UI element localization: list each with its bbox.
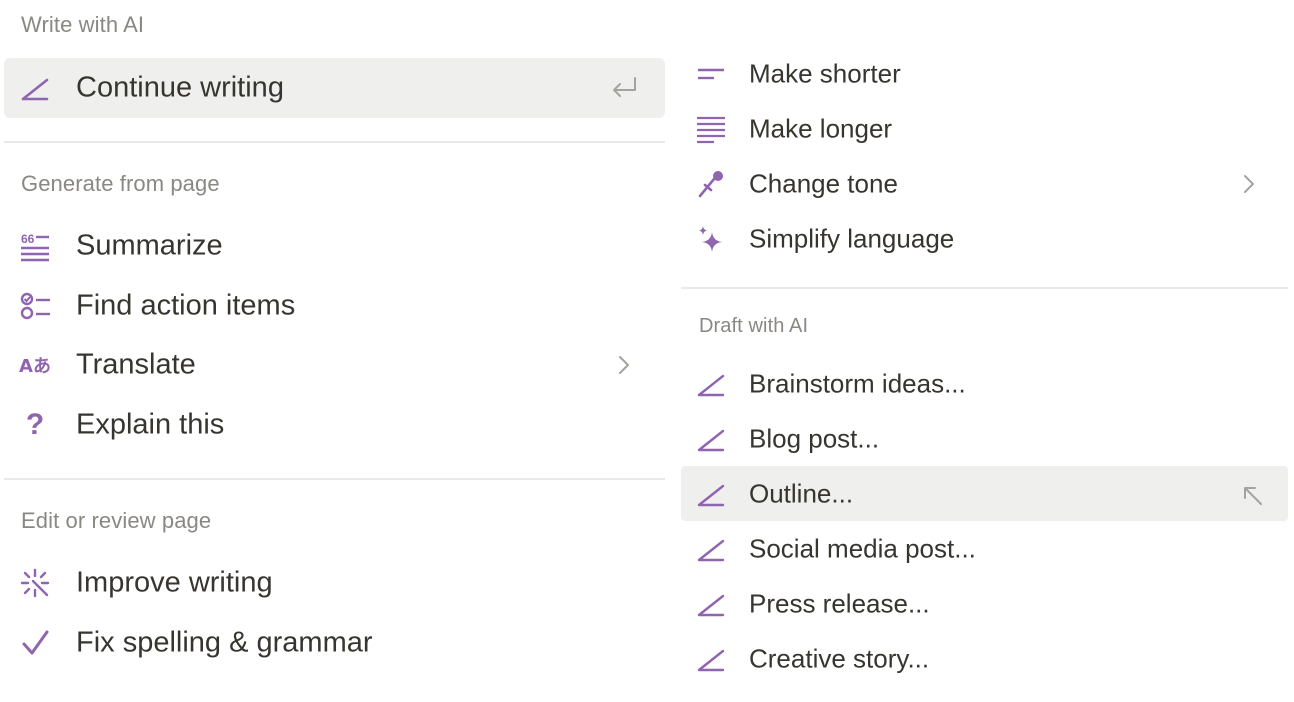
sparkles-icon <box>696 224 726 254</box>
short-lines-icon <box>696 59 726 89</box>
menu-item-label: Outline... <box>749 478 854 508</box>
menu-item-label: Fix spelling & grammar <box>76 626 373 659</box>
svg-text:66: 66 <box>21 232 35 246</box>
pen-icon <box>696 424 726 454</box>
section-header-edit-or-review-page: Edit or review page <box>21 508 212 533</box>
menu-item-fix-spelling-grammar[interactable]: Fix spelling & grammar <box>4 613 665 673</box>
menu-item-blog-post[interactable]: Blog post... <box>681 411 1288 466</box>
pen-icon <box>696 644 726 674</box>
divider <box>4 478 665 480</box>
left-column: Write with AI Continue writing Generate … <box>0 0 668 702</box>
chevron-right-icon <box>610 351 638 379</box>
menu-item-creative-story[interactable]: Creative story... <box>681 631 1288 686</box>
summarize-icon: 66 <box>19 230 51 262</box>
menu-item-label: Change tone <box>749 168 898 198</box>
menu-item-label: Continue writing <box>76 71 284 104</box>
checkmark-icon <box>19 627 51 659</box>
menu-item-label: Make shorter <box>749 58 901 88</box>
menu-item-label: Make longer <box>749 113 893 143</box>
pen-icon <box>696 534 726 564</box>
menu-item-brainstorm-ideas[interactable]: Brainstorm ideas... <box>681 356 1288 411</box>
action-items-icon <box>19 290 51 322</box>
menu-item-label: Explain this <box>76 408 225 441</box>
menu-item-label: Blog post... <box>749 423 880 453</box>
long-lines-icon <box>696 114 726 144</box>
right-column: Make shorter Make longer Change tone Sim… <box>681 0 1288 702</box>
divider <box>681 287 1288 289</box>
menu-item-outline[interactable]: Outline... <box>681 466 1288 521</box>
question-mark-icon: ? <box>19 408 51 441</box>
pen-icon <box>696 369 726 399</box>
menu-item-make-shorter[interactable]: Make shorter <box>681 46 1288 101</box>
menu-item-summarize[interactable]: 66 Summarize <box>4 216 665 276</box>
question-mark-glyph: ? <box>25 408 45 441</box>
menu-item-continue-writing[interactable]: Continue writing <box>4 58 665 118</box>
menu-item-translate[interactable]: Aあ Translate <box>4 335 665 395</box>
menu-item-label: Social media post... <box>749 533 976 563</box>
menu-item-label: Brainstorm ideas... <box>749 368 966 398</box>
arrow-up-left-icon <box>1239 482 1267 510</box>
pen-icon <box>696 589 726 619</box>
menu-item-simplify-language[interactable]: Simplify language <box>681 211 1288 266</box>
menu-item-label: Simplify language <box>749 223 955 253</box>
section-header-generate-from-page: Generate from page <box>21 171 220 196</box>
menu-item-label: Translate <box>76 348 196 381</box>
menu-item-improve-writing[interactable]: Improve writing <box>4 553 665 613</box>
pen-icon <box>696 479 726 509</box>
microphone-icon <box>696 169 726 199</box>
menu-item-social-media-post[interactable]: Social media post... <box>681 521 1288 576</box>
menu-item-label: Improve writing <box>76 566 273 599</box>
section-header-draft-with-ai: Draft with AI <box>699 315 809 337</box>
chevron-right-icon <box>1236 171 1262 197</box>
menu-item-press-release[interactable]: Press release... <box>681 576 1288 631</box>
menu-item-change-tone[interactable]: Change tone <box>681 156 1288 211</box>
ai-command-menu: Write with AI Continue writing Generate … <box>0 0 1294 702</box>
pen-icon <box>19 72 51 104</box>
return-key-icon <box>606 71 640 105</box>
menu-item-explain-this[interactable]: ? Explain this <box>4 395 665 455</box>
translate-icon-glyph: Aあ <box>19 356 51 377</box>
menu-item-make-longer[interactable]: Make longer <box>681 101 1288 156</box>
menu-item-label: Creative story... <box>749 643 930 673</box>
divider <box>4 141 665 143</box>
menu-item-label: Find action items <box>76 289 296 322</box>
sparkle-burst-icon <box>19 567 51 599</box>
menu-item-find-action-items[interactable]: Find action items <box>4 276 665 336</box>
section-header-write-with-ai: Write with AI <box>21 12 145 37</box>
menu-item-label: Press release... <box>749 588 930 618</box>
translate-icon: Aあ <box>19 349 51 381</box>
menu-item-label: Summarize <box>76 229 223 262</box>
